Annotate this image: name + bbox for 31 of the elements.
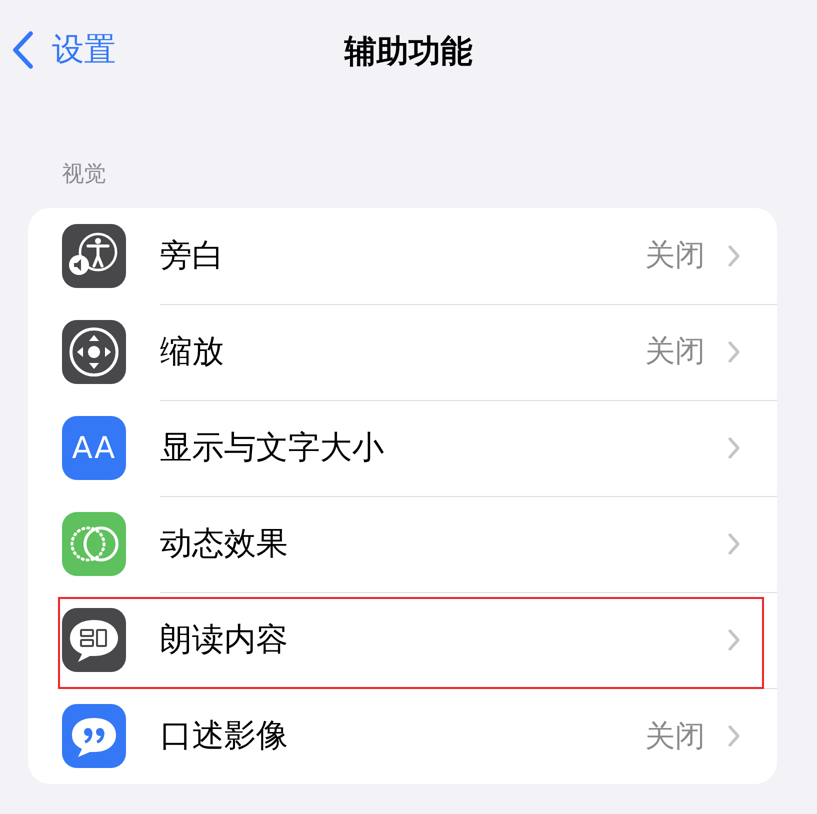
settings-row[interactable]: 旁白 关闭 [28, 208, 777, 304]
settings-row[interactable]: 动态效果 [28, 496, 777, 592]
back-button[interactable]: 设置 [12, 28, 116, 72]
settings-row[interactable]: 口述影像 关闭 [28, 688, 777, 784]
zoom-icon [62, 320, 126, 384]
row-label: 口述影像 [160, 715, 289, 756]
settings-row[interactable]: AA 显示与文字大小 [28, 400, 777, 496]
row-label: 动态效果 [160, 522, 289, 564]
section-header: 视觉 [62, 161, 107, 189]
chevron-icon [727, 340, 741, 364]
chevron-icon [727, 532, 741, 556]
motion-icon [62, 512, 126, 576]
row-value: 关闭 [645, 237, 705, 275]
chevron-icon [727, 244, 741, 268]
text-size-icon: AA [62, 416, 126, 480]
chevron-icon [727, 628, 741, 652]
row-label: 旁白 [160, 234, 225, 276]
row-label: 显示与文字大小 [160, 426, 385, 468]
row-label: 朗读内容 [160, 618, 289, 660]
row-value: 关闭 [645, 718, 705, 756]
settings-row[interactable]: 缩放 关闭 [28, 304, 777, 400]
voiceover-icon [62, 224, 126, 288]
settings-row[interactable]: 朗读内容 [28, 592, 777, 688]
page-title: 辅助功能 [344, 31, 472, 72]
row-value: 关闭 [645, 333, 705, 371]
spoken-icon [62, 608, 126, 672]
back-chevron-icon [12, 30, 34, 70]
chevron-icon [727, 724, 741, 748]
row-label: 缩放 [160, 330, 225, 372]
audio-desc-icon [62, 704, 126, 768]
chevron-icon [727, 436, 741, 460]
